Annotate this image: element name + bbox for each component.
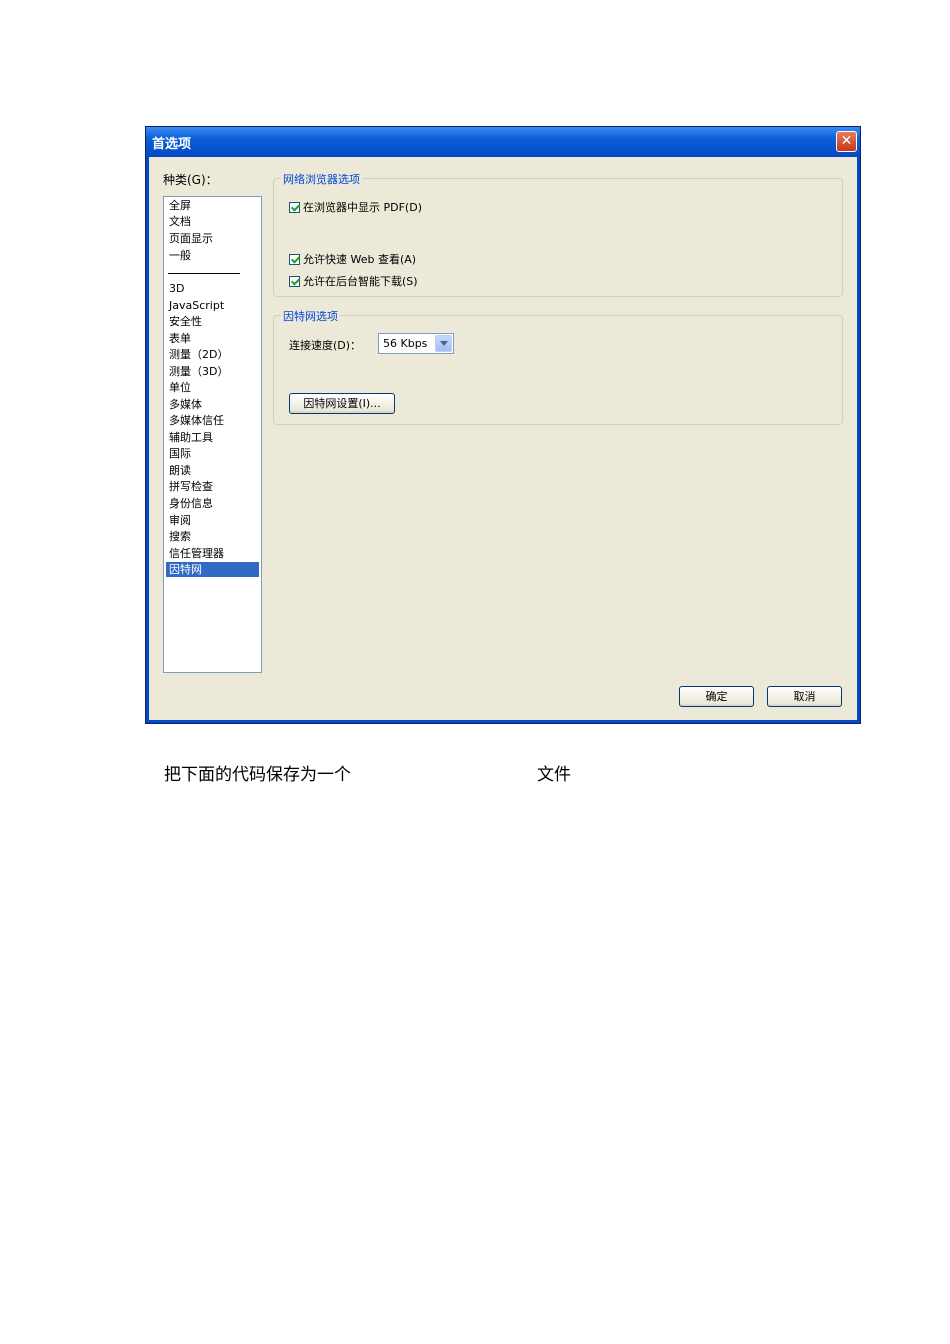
close-icon[interactable]: ✕: [836, 131, 857, 152]
ok-button[interactable]: 确定: [679, 686, 754, 707]
list-item[interactable]: 表单: [166, 331, 259, 346]
checkbox-checked-icon[interactable]: [289, 275, 300, 287]
preferences-dialog: 首选项 ✕ 种类(G)： 全屏 文档 页面显示 一般 3D JavaScript…: [145, 126, 861, 724]
connection-speed-label: 连接速度(D)：: [289, 339, 362, 352]
select-value: 56 Kbps: [383, 337, 428, 350]
list-item[interactable]: 多媒体信任: [166, 413, 259, 428]
internet-group-title: 因特网选项: [281, 308, 340, 324]
checkbox-checked-icon[interactable]: [289, 253, 300, 265]
chevron-down-icon[interactable]: [435, 335, 452, 352]
title-bar[interactable]: 首选项 ✕: [146, 127, 860, 157]
category-list[interactable]: 全屏 文档 页面显示 一般 3D JavaScript 安全性 表单 测量（2D…: [163, 196, 262, 673]
browser-options-group: 网络浏览器选项 在浏览器中显示 PDF(D) 允许快速 Web 查看(A) 允许…: [273, 171, 843, 297]
checkbox-checked-icon[interactable]: [289, 201, 300, 213]
list-item[interactable]: 审阅: [166, 513, 259, 528]
fast-web-view-option[interactable]: 允许快速 Web 查看(A): [289, 251, 416, 267]
caption-text-part1: 把下面的代码保存为一个: [164, 765, 351, 785]
internet-options-group: 因特网选项 连接速度(D)： 56 Kbps 因特网设置(I)...: [273, 308, 843, 425]
list-item[interactable]: 文档: [166, 214, 259, 229]
list-item[interactable]: 信任管理器: [166, 546, 259, 561]
list-item-selected[interactable]: 因特网: [166, 562, 259, 577]
show-pdf-in-browser-option[interactable]: 在浏览器中显示 PDF(D): [289, 199, 422, 215]
internet-settings-button[interactable]: 因特网设置(I)...: [289, 393, 395, 414]
list-item[interactable]: 单位: [166, 380, 259, 395]
list-item[interactable]: 全屏: [166, 198, 259, 213]
option-label: 允许快速 Web 查看(A): [303, 253, 417, 266]
list-item[interactable]: 身份信息: [166, 496, 259, 511]
list-item[interactable]: 安全性: [166, 314, 259, 329]
list-item[interactable]: 测量（2D）: [166, 347, 259, 362]
list-item[interactable]: 辅助工具: [166, 430, 259, 445]
list-item[interactable]: 多媒体: [166, 397, 259, 412]
list-item[interactable]: 测量（3D）: [166, 364, 259, 379]
category-label: 种类(G)：: [163, 173, 218, 187]
list-item[interactable]: 国际: [166, 446, 259, 461]
list-item[interactable]: JavaScript: [166, 298, 259, 313]
list-item[interactable]: 一般: [166, 248, 259, 263]
list-item[interactable]: 页面显示: [166, 231, 259, 246]
list-item[interactable]: 拼写检查: [166, 479, 259, 494]
option-label: 在浏览器中显示 PDF(D): [303, 201, 422, 214]
connection-speed-select[interactable]: 56 Kbps: [378, 333, 454, 354]
list-item[interactable]: 搜索: [166, 529, 259, 544]
dialog-title: 首选项: [152, 137, 192, 152]
browser-group-title: 网络浏览器选项: [281, 171, 362, 187]
list-separator: [168, 273, 240, 274]
cancel-button[interactable]: 取消: [767, 686, 842, 707]
list-item[interactable]: 朗读: [166, 463, 259, 478]
option-label: 允许在后台智能下载(S): [303, 275, 418, 288]
background-download-option[interactable]: 允许在后台智能下载(S): [289, 273, 418, 289]
caption-text-part2: 文件: [537, 765, 571, 785]
list-item[interactable]: 3D: [166, 281, 259, 296]
